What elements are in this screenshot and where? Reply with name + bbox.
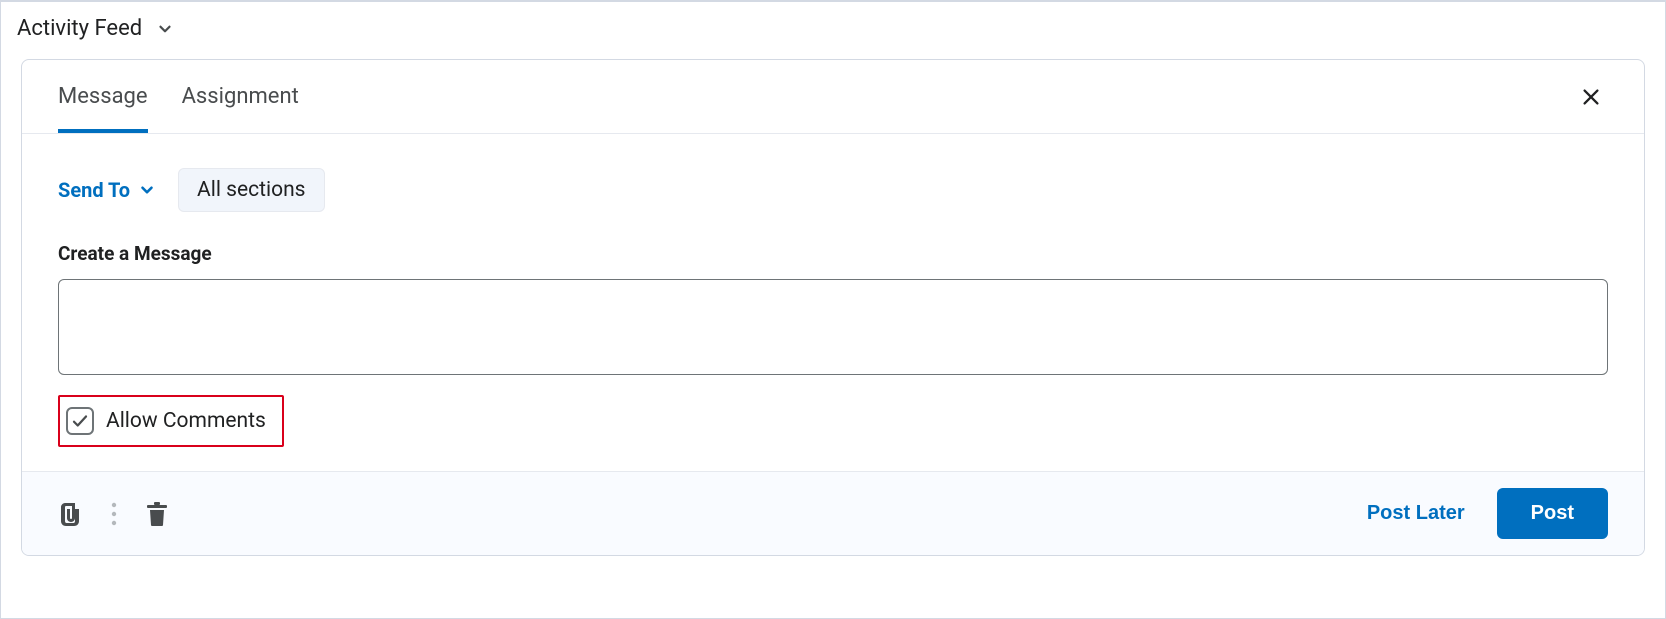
compose-content: Send To All sections Create a Message Al… [22, 134, 1644, 471]
checkmark-icon [71, 412, 89, 430]
compose-footer: Post Later Post [22, 471, 1644, 555]
tabs-row: Message Assignment [22, 60, 1644, 134]
trash-icon [146, 502, 168, 526]
close-button[interactable] [1574, 80, 1608, 114]
message-input[interactable] [58, 279, 1608, 375]
widget-menu-toggle[interactable] [156, 20, 174, 38]
send-to-dropdown[interactable]: Send To [58, 178, 156, 202]
more-options-button[interactable] [110, 501, 118, 527]
tab-assignment[interactable]: Assignment [182, 60, 299, 133]
delete-button[interactable] [146, 502, 168, 526]
attachment-icon [58, 501, 82, 527]
widget-title: Activity Feed [17, 16, 142, 41]
post-later-button[interactable]: Post Later [1345, 488, 1487, 539]
close-icon [1580, 86, 1602, 108]
chevron-down-icon [138, 181, 156, 199]
compose-panel: Message Assignment Send To All sections … [21, 59, 1645, 556]
allow-comments-highlight: Allow Comments [58, 395, 284, 447]
attach-button[interactable] [58, 501, 82, 527]
send-to-label: Send To [58, 178, 130, 202]
footer-right: Post Later Post [1345, 488, 1608, 539]
chevron-down-icon [156, 20, 174, 38]
post-button[interactable]: Post [1497, 488, 1608, 539]
allow-comments-checkbox[interactable] [66, 407, 94, 435]
tab-message[interactable]: Message [58, 60, 148, 133]
recipient-chip[interactable]: All sections [178, 168, 324, 212]
allow-comments-label: Allow Comments [106, 409, 266, 433]
widget-header: Activity Feed [1, 2, 1665, 51]
message-label: Create a Message [58, 242, 1608, 265]
more-vertical-icon [110, 501, 118, 527]
tabs: Message Assignment [58, 60, 299, 133]
send-to-row: Send To All sections [58, 168, 1608, 212]
footer-left [58, 501, 168, 527]
